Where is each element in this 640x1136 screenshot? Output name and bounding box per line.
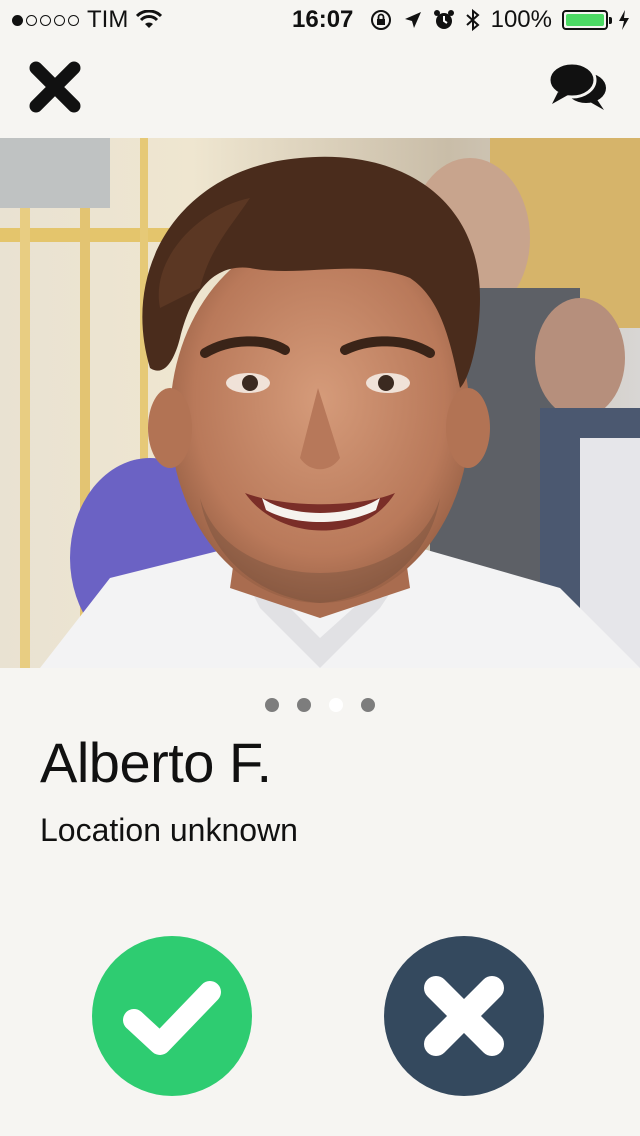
status-bar-left: TIM xyxy=(12,6,163,34)
rotation-lock-icon xyxy=(370,10,391,30)
chat-button[interactable] xyxy=(546,58,610,114)
profile-photo[interactable] xyxy=(0,138,640,668)
battery-level xyxy=(566,14,604,26)
profile-photo-image xyxy=(0,138,640,668)
battery-percent: 100% xyxy=(490,6,552,33)
page-dot[interactable] xyxy=(297,698,311,712)
bluetooth-icon xyxy=(465,8,480,32)
accept-button[interactable] xyxy=(92,936,252,1096)
profile-location: Location unknown xyxy=(40,812,298,848)
chat-bubbles-icon xyxy=(547,61,606,110)
clock: 16:07 xyxy=(292,6,354,33)
profile-name: Alberto F. xyxy=(40,731,272,794)
reject-button[interactable] xyxy=(384,936,544,1096)
page-dot[interactable] xyxy=(265,698,279,712)
checkmark-icon xyxy=(123,981,221,1055)
wifi-icon xyxy=(136,10,163,28)
page-dot[interactable] xyxy=(361,698,375,712)
page-dot-active[interactable] xyxy=(329,698,343,712)
nav-bar xyxy=(0,40,640,138)
close-button[interactable] xyxy=(28,60,82,114)
photo-page-indicator xyxy=(0,698,640,712)
close-icon xyxy=(29,61,81,113)
alarm-icon xyxy=(433,10,454,29)
status-bar: TIM 16:07 100% xyxy=(0,0,640,40)
status-bar-right: 100% xyxy=(369,6,630,34)
close-icon xyxy=(424,976,504,1056)
location-arrow-icon xyxy=(404,12,421,28)
battery-icon xyxy=(562,10,612,30)
charging-bolt-icon xyxy=(619,10,629,30)
carrier-name: TIM xyxy=(87,6,129,33)
signal-strength-icon xyxy=(12,14,79,26)
